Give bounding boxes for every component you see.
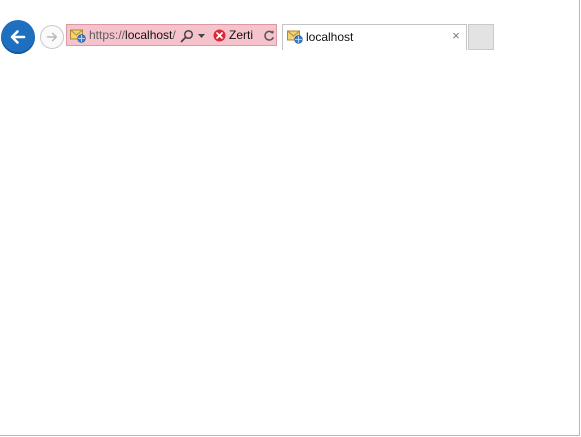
browser-toolbar: https://localhost/ Zerti localhost ×: [0, 18, 579, 54]
chevron-down-icon[interactable]: [197, 29, 205, 43]
address-bar[interactable]: https://localhost/ Zerti: [66, 24, 277, 46]
tab-localhost[interactable]: localhost ×: [282, 24, 467, 50]
forward-button[interactable]: [40, 25, 64, 49]
back-arrow-icon: [10, 30, 26, 44]
url-protocol: https://: [89, 28, 126, 42]
certificate-error-icon[interactable]: [213, 29, 226, 42]
url-host: localhost: [125, 28, 173, 42]
forward-arrow-icon: [46, 32, 57, 42]
tab-title: localhost: [306, 30, 354, 44]
close-icon[interactable]: ×: [450, 29, 462, 43]
refresh-icon[interactable]: [263, 29, 275, 42]
certificate-error-label[interactable]: Zerti: [229, 28, 253, 43]
back-button[interactable]: [1, 20, 35, 54]
url-path: /: [172, 28, 176, 42]
browser-window: https://localhost/ Zerti localhost ×: [0, 0, 580, 436]
website-icon: [70, 29, 86, 43]
search-icon[interactable]: [180, 29, 194, 43]
website-icon: [287, 30, 303, 44]
url-text[interactable]: https://localhost/: [89, 28, 176, 43]
new-tab-button[interactable]: [468, 24, 494, 50]
